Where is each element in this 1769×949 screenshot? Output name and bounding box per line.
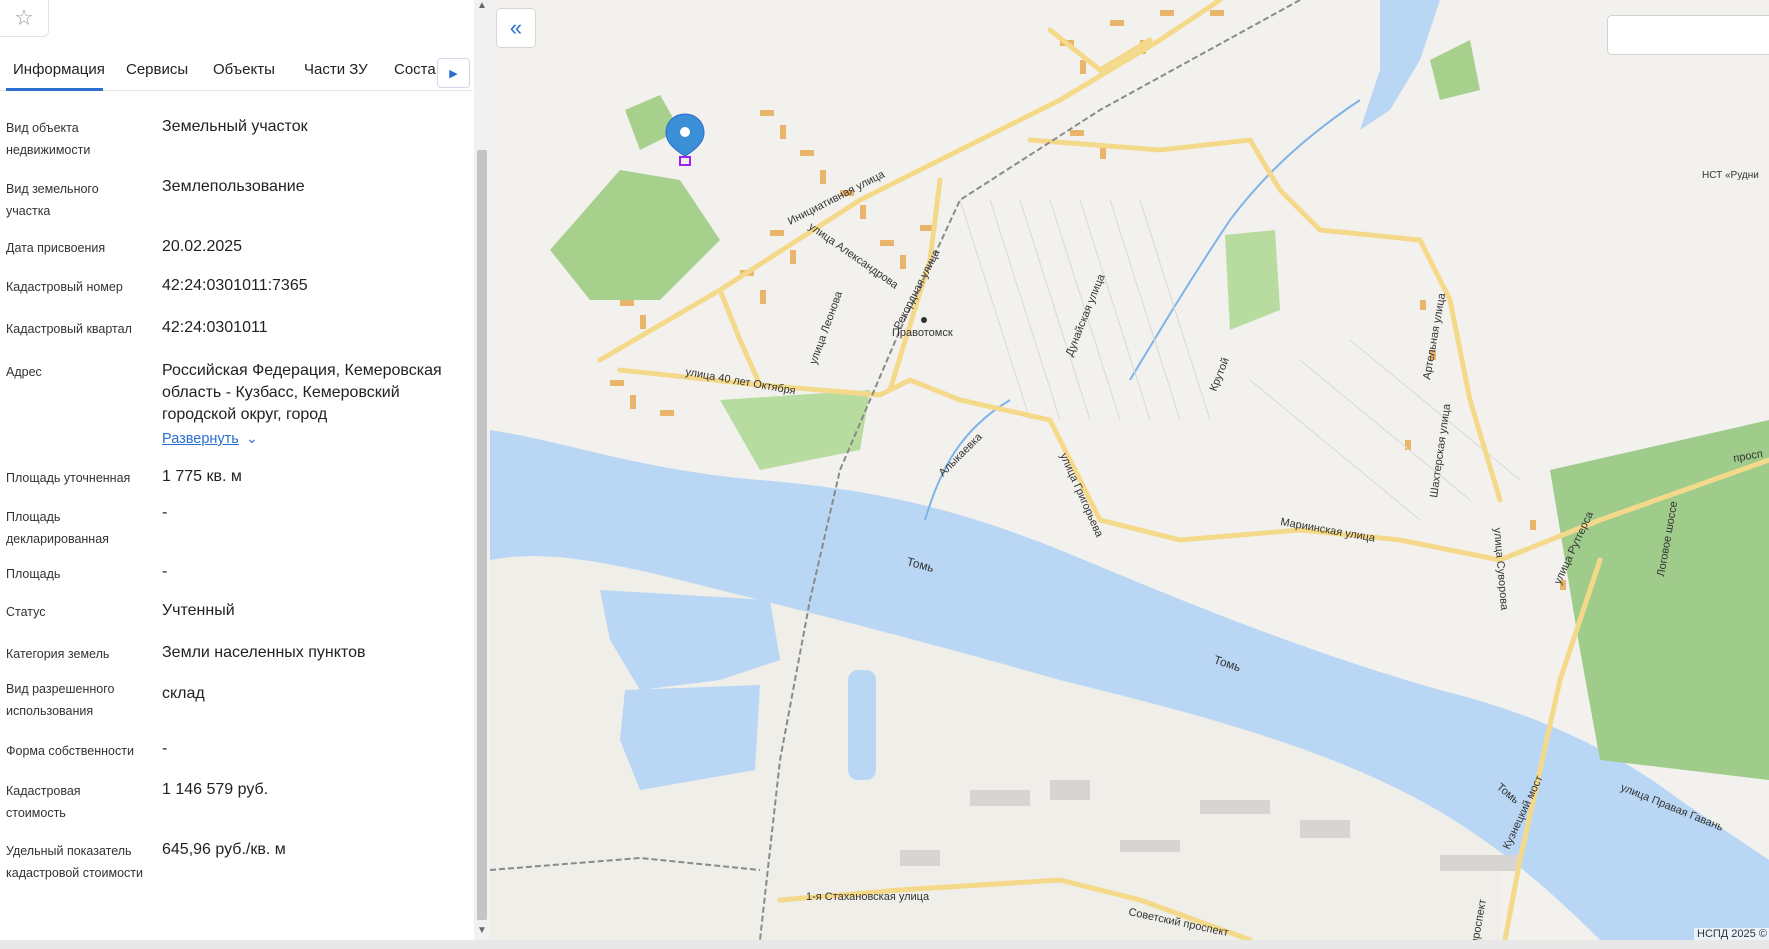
value-cadastral-value: 1 146 579 руб. (162, 781, 269, 798)
scroll-up-arrow-icon[interactable]: ▲ (477, 0, 487, 11)
label-address: Адрес (6, 365, 42, 379)
label-land-type: Вид земельного участка (6, 182, 99, 218)
label-assign-date: Дата присвоения (6, 241, 106, 255)
map-copyright: НСПД 2025 © (1694, 928, 1769, 940)
value-land-category: Земли населенных пунктов (162, 644, 366, 661)
value-status: Учтенный (162, 602, 235, 619)
label-status: Статус (6, 605, 46, 619)
value-address: Российская Федерация, Кемеровская област… (162, 362, 442, 423)
label-object-type: Вид объекта недвижимости (6, 121, 91, 157)
label-cadastral-value: Кадастровая стоимость (6, 784, 81, 820)
collapse-panel-icon[interactable]: « (496, 8, 536, 48)
info-panel: ☆ Информация Сервисы Объекты Части ЗУ Со… (0, 0, 473, 940)
tab-bar: Информация Сервисы Объекты Части ЗУ Сост… (0, 54, 473, 94)
value-land-type: Землепользование (162, 178, 305, 195)
favorite-star-icon[interactable]: ☆ (0, 0, 49, 37)
value-assign-date: 20.02.2025 (162, 238, 243, 255)
value-permitted-use: склад (162, 685, 205, 702)
value-cadastral-quarter: 42:24:0301011 (162, 319, 268, 336)
tab-information[interactable]: Информация (13, 61, 105, 78)
map-svg[interactable]: Правотомск Инициативная улица улица Алек… (490, 0, 1769, 940)
expand-address-link[interactable]: Развернуть (162, 431, 239, 447)
value-specific-value: 645,96 руб./кв. м (162, 841, 286, 858)
chevron-down-icon[interactable]: ⌄ (246, 430, 258, 447)
panel-scrollbar[interactable]: ▲ ▼ (474, 0, 490, 940)
label-stakhanovskaya: 1-я Стахановская улица (806, 891, 930, 903)
label-area-refined: Площадь уточненная (6, 471, 131, 485)
map-search-input[interactable] (1607, 15, 1769, 55)
active-tab-indicator (6, 88, 103, 91)
label-cadastral-number: Кадастровый номер (6, 280, 123, 294)
value-ownership: - (162, 740, 168, 757)
tabs-next-arrow-icon[interactable]: ▶ (437, 58, 470, 88)
label-permitted-use: Вид разрешенного использования (6, 682, 115, 718)
value-object-type: Земельный участок (162, 118, 308, 135)
tab-services[interactable]: Сервисы (126, 61, 188, 78)
label-specific-value: Удельный показатель кадастровой стоимост… (6, 844, 143, 880)
label-area: Площадь (6, 567, 61, 581)
value-cadastral-number: 42:24:0301011:7365 (162, 277, 308, 294)
label-land-category: Категория земель (6, 647, 110, 661)
tab-objects[interactable]: Объекты (213, 61, 275, 78)
value-area-refined: 1 775 кв. м (162, 468, 242, 485)
map-canvas[interactable]: Правотомск Инициативная улица улица Алек… (490, 0, 1769, 940)
tab-land-parts[interactable]: Части ЗУ (304, 61, 368, 78)
pravotomsk-station-dot (921, 317, 927, 323)
scroll-thumb[interactable] (477, 150, 487, 920)
label-cadastral-quarter: Кадастровый квартал (6, 322, 132, 336)
value-area: - (162, 563, 168, 580)
lake-3 (848, 670, 876, 780)
label-ownership: Форма собственности (6, 744, 134, 758)
bottom-scrollbar[interactable] (0, 940, 1769, 949)
label-area-declared: Площадь декларированная (6, 510, 109, 546)
value-area-declared: - (162, 504, 168, 521)
tab-composition[interactable]: Состав (394, 61, 436, 78)
scroll-down-arrow-icon[interactable]: ▼ (477, 925, 487, 936)
label-nst: НСТ «Рудни (1702, 170, 1759, 181)
